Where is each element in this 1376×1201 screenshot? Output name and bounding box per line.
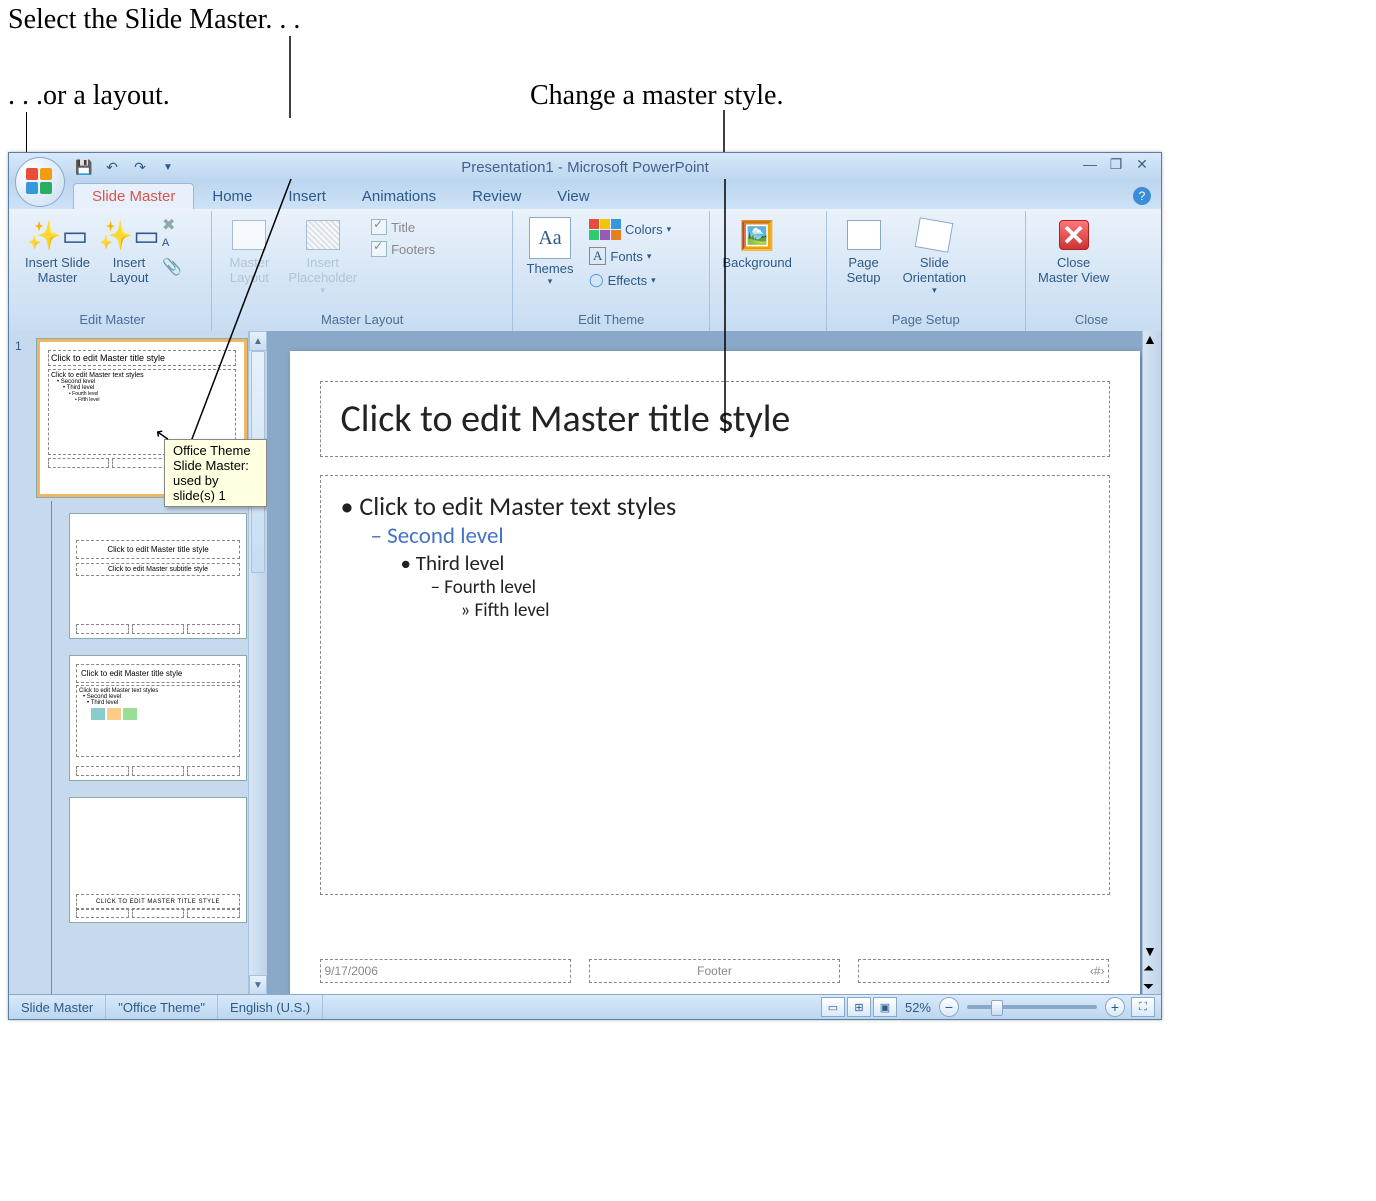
slide-number-placeholder[interactable]: ‹#› [858,959,1109,983]
colors-icon [589,219,621,240]
save-icon[interactable]: 💾 [73,156,95,178]
zoom-out-button[interactable]: − [939,997,959,1017]
insert-slide-master-button[interactable]: ✨▭ Insert Slide Master [19,213,96,289]
layout-thumbnail-2[interactable]: Click to edit Master title style Click t… [69,655,247,781]
restore-button[interactable]: ❐ [1107,157,1125,171]
effects-button[interactable]: ◯ Effects▾ [583,270,677,290]
canvas-scrollbar[interactable]: ▲ ▼ ⏶ ⏷ [1142,331,1161,995]
group-edit-master: Edit Master [19,310,205,329]
title-placeholder[interactable]: Click to edit Master title style [320,381,1110,457]
group-background [716,310,819,329]
zoom-in-button[interactable]: + [1105,997,1125,1017]
scroll-up-icon[interactable]: ▲ [249,331,267,351]
master-layout-button: Master Layout [218,213,280,289]
annotation-master-style: Change a master style. [530,80,783,112]
tab-view[interactable]: View [539,184,607,209]
status-view[interactable]: Slide Master [9,995,106,1019]
slide-canvas-area: Click to edit Master title style Click t… [268,331,1161,995]
footers-checkbox[interactable]: Footers [365,239,441,259]
tab-review[interactable]: Review [454,184,539,209]
titlebar: 💾 ↶ ↷ ▼ Presentation1 - Microsoft PowerP… [9,153,1161,181]
close-icon: ✕ [1059,220,1089,250]
insert-layout-button[interactable]: ✨▭ Insert Layout [98,213,160,289]
group-edit-theme: Edit Theme [519,310,703,329]
canvas-scroll-down-icon[interactable]: ▼ [1143,943,1161,959]
tab-home[interactable]: Home [194,184,270,209]
next-slide-icon[interactable]: ⏷ [1143,978,1161,995]
ribbon-tabs: Slide Master Home Insert Animations Revi… [9,181,1161,209]
minimize-button[interactable]: — [1081,157,1099,171]
insert-slide-master-icon: ✨▭ [40,217,76,253]
zoom-percent[interactable]: 52% [905,1000,931,1015]
background-button[interactable]: 🖼️ Background [716,213,797,274]
delete-button[interactable]: ✖ [162,215,182,235]
normal-view-button[interactable]: ▭ [821,997,845,1017]
themes-button[interactable]: Aa Themes ▾ [519,213,581,291]
thumbnail-pane: 1 Click to edit Master title style Click… [9,331,268,995]
zoom-slider[interactable] [967,1005,1097,1009]
footer-placeholder[interactable]: Footer [589,959,840,983]
sorter-view-button[interactable]: ⊞ [847,997,871,1017]
group-close: Close [1032,310,1151,329]
themes-icon: Aa [529,217,571,259]
layout-thumbnail-1[interactable]: Click to edit Master title style Click t… [69,513,247,639]
preserve-button[interactable]: 📎 [162,257,182,277]
annotation-layout: . . .or a layout. [8,80,170,112]
slide-orientation-button[interactable]: Slide Orientation ▾ [897,213,973,300]
page-setup-button[interactable]: Page Setup [833,213,895,289]
close-window-button[interactable]: ✕ [1133,157,1151,171]
window-title: Presentation1 - Microsoft PowerPoint [461,159,709,176]
qat-customize-icon[interactable]: ▼ [157,156,179,178]
office-button[interactable] [15,157,65,207]
ribbon: ✨▭ Insert Slide Master ✨▭ Insert Layout … [9,209,1161,334]
slideshow-view-button[interactable]: ▣ [873,997,897,1017]
slide-master-canvas[interactable]: Click to edit Master title style Click t… [290,351,1140,1001]
tab-insert[interactable]: Insert [270,184,344,209]
redo-icon[interactable]: ↷ [129,156,151,178]
tab-slide-master[interactable]: Slide Master [73,183,194,209]
layout-thumbnail-3[interactable]: CLICK TO EDIT MASTER TITLE STYLE [69,797,247,923]
group-master-layout: Master Layout [218,310,506,329]
help-button[interactable]: ? [1133,187,1151,205]
master-layout-icon [231,217,267,253]
tab-animations[interactable]: Animations [344,184,454,209]
fit-window-button[interactable]: ⛶ [1131,997,1155,1017]
fonts-button[interactable]: A Fonts▾ [583,245,677,267]
master-number: 1 [15,339,22,353]
thumbnail-scrollbar[interactable]: ▲ ▼ [248,331,267,995]
background-icon: 🖼️ [739,217,775,253]
body-placeholder[interactable]: Click to edit Master text styles Second … [320,475,1110,895]
tooltip: Office Theme Slide Master: used by slide… [164,439,267,507]
statusbar: Slide Master "Office Theme" English (U.S… [9,994,1161,1019]
insert-placeholder-icon [305,217,341,253]
canvas-scroll-up-icon[interactable]: ▲ [1143,331,1161,347]
powerpoint-window: 💾 ↶ ↷ ▼ Presentation1 - Microsoft PowerP… [8,152,1162,1020]
scroll-down-icon[interactable]: ▼ [249,975,267,995]
status-language[interactable]: English (U.S.) [218,995,323,1019]
insert-placeholder-button: Insert Placeholder ▾ [282,213,363,300]
effects-icon: ◯ [589,272,604,288]
orientation-icon [916,217,952,253]
undo-icon[interactable]: ↶ [101,156,123,178]
group-page-setup: Page Setup [833,310,1019,329]
rename-button[interactable]: ᴬ [162,237,182,255]
status-theme[interactable]: "Office Theme" [106,995,218,1019]
prev-slide-icon[interactable]: ⏶ [1143,960,1161,977]
title-checkbox[interactable]: Title [365,217,441,237]
annotation-slide-master: Select the Slide Master. . . [8,4,300,36]
date-placeholder[interactable]: 9/17/2006 [320,959,571,983]
colors-button[interactable]: Colors▾ [583,217,677,242]
insert-layout-icon: ✨▭ [111,217,147,253]
page-setup-icon [846,217,882,253]
fonts-icon: A [589,247,606,265]
close-master-view-button[interactable]: ✕ Close Master View [1032,213,1115,289]
